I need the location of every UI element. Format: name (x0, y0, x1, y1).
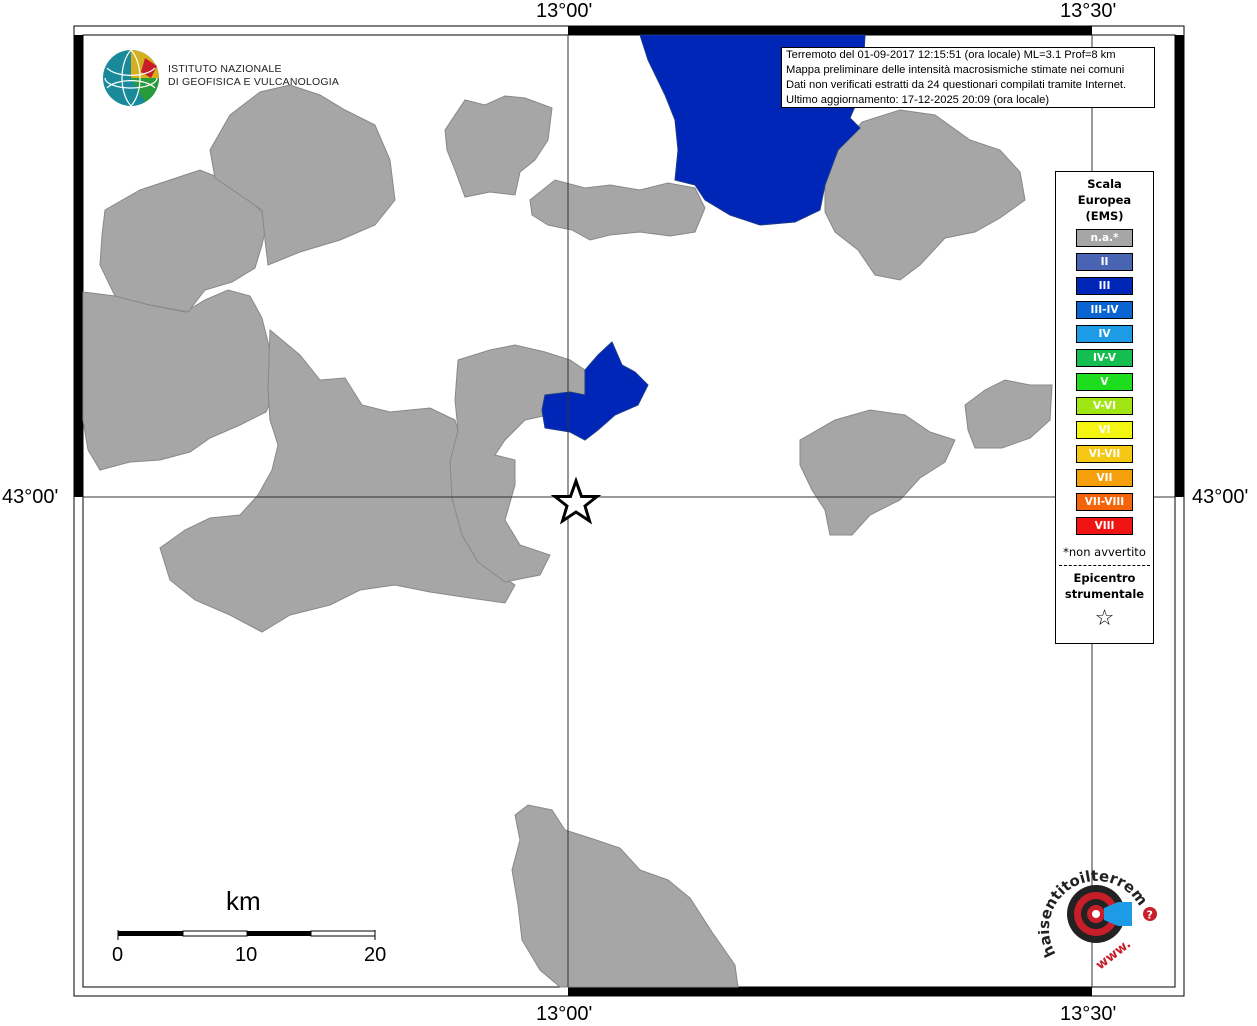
legend-note: *non avvertito (1063, 545, 1146, 559)
legend-title-line3: (EMS) (1085, 209, 1124, 223)
lat-label-left: 43°00' (2, 486, 59, 508)
lat-label-right: 43°00' (1192, 486, 1249, 508)
legend-swatch-viii: VIII (1076, 517, 1133, 535)
legend-swatch-iii-iv: III-IV (1076, 301, 1133, 319)
hsit-logo: ? haisentitoilterremoto.it www. (1038, 864, 1157, 973)
legend-epicenter-line2: strumentale (1064, 587, 1145, 601)
ingv-name-line1: ISTITUTO NAZIONALE (168, 63, 282, 75)
info-line-event: Terremoto del 01-09-2017 12:15:51 (ora l… (786, 49, 1116, 61)
legend-title-line2: Europea (1077, 193, 1132, 207)
info-line-data: Dati non verificati estratti da 24 quest… (786, 79, 1127, 91)
legend-swatch-iii: III (1076, 277, 1133, 295)
frame-bar-top (568, 26, 1092, 35)
legend-epicenter-label: Epicentro strumentale (1056, 570, 1153, 602)
legend-swatch-ii: II (1076, 253, 1133, 271)
scale-bar-tick-20: 20 (364, 944, 387, 966)
legend-swatch-v-vi: V-VI (1076, 397, 1133, 415)
legend-swatch-iv-v: IV-V (1076, 349, 1133, 367)
legend-title-line1: Scala (1087, 177, 1122, 191)
lon-label-bottom-left: 13°00' (536, 1003, 593, 1025)
legend-star-icon: ☆ (1094, 606, 1115, 631)
info-line-updated: Ultimo aggiornamento: 17-12-2025 20:09 (… (786, 94, 1050, 106)
legend-swatch-v: V (1076, 373, 1133, 391)
scale-bar-unit: km (226, 886, 261, 916)
ingv-name-line2: DI GEOFISICA E VULCANOLOGIA (168, 76, 340, 88)
legend-swatches: n.a.* II III III-IV IV IV-V V V-VI VI VI-VII VII VI… (1056, 229, 1153, 535)
legend-separator (1059, 565, 1150, 566)
ems-legend: Scala Europea (EMS) n.a.* II III III-IV IV IV… (1055, 171, 1154, 644)
info-line-map: Mappa preliminare delle intensità macros… (786, 64, 1125, 76)
frame-bar-left (74, 35, 83, 497)
event-info-box: Terremoto del 01-09-2017 12:15:51 (ora l… (781, 47, 1155, 108)
legend-swatch-vi-vii: VI-VII (1076, 445, 1133, 463)
legend-swatch-vi: VI (1076, 421, 1133, 439)
legend-swatch-iv: IV (1076, 325, 1133, 343)
lon-label-top-left: 13°00' (536, 0, 593, 22)
frame-bar-right (1175, 35, 1184, 497)
lon-label-bottom-right: 13°30' (1060, 1003, 1117, 1025)
ingv-name: ISTITUTO NAZIONALE DI GEOFISICA E VULCAN… (168, 63, 339, 89)
scale-bar-tick-0: 0 (112, 944, 124, 966)
legend-epicenter-line1: Epicentro (1073, 571, 1136, 585)
scale-bar-tick-10: 10 (235, 944, 258, 966)
hsit-question: ? (1147, 909, 1153, 922)
frame-bar-bottom (568, 987, 1092, 996)
legend-swatch-n-a: n.a.* (1076, 229, 1133, 247)
legend-swatch-vii: VII (1076, 469, 1133, 487)
ingv-globe-logo (103, 49, 159, 107)
legend-title: Scala Europea (EMS) (1056, 176, 1153, 224)
lon-label-top-right: 13°30' (1060, 0, 1117, 22)
legend-swatch-vii-viii: VII-VIII (1076, 493, 1133, 511)
